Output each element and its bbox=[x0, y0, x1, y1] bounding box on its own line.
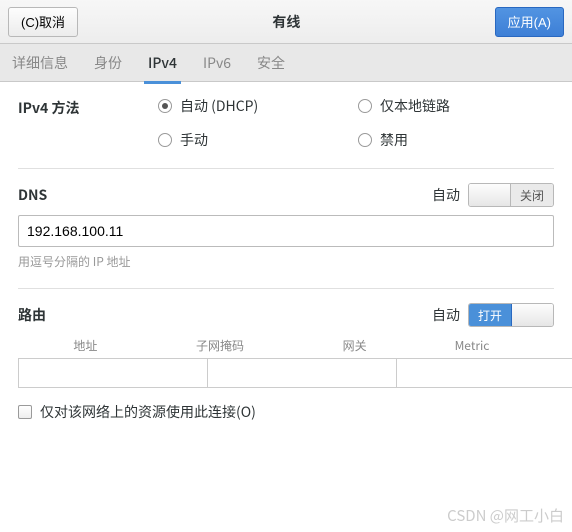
content: IPv4 方法 自动 (DHCP) 仅本地链路 手动 禁用 DNS 自动 关闭 … bbox=[0, 82, 572, 440]
route-row bbox=[18, 358, 554, 388]
tabs: 详细信息 身份 IPv4 IPv6 安全 bbox=[0, 44, 572, 82]
only-local-checkbox[interactable]: 仅对该网络上的资源使用此连接(O) bbox=[18, 402, 554, 422]
route-gateway-input[interactable] bbox=[397, 358, 572, 388]
radio-icon bbox=[358, 133, 372, 147]
route-address-input[interactable] bbox=[18, 358, 208, 388]
cancel-button[interactable]: (C)取消 bbox=[8, 7, 78, 37]
switch-knob bbox=[511, 304, 553, 326]
radio-icon bbox=[158, 99, 172, 113]
routes-header: 地址 子网掩码 网关 Metric bbox=[18, 335, 554, 358]
radio-auto-dhcp[interactable]: 自动 (DHCP) bbox=[158, 96, 358, 116]
ipv4-method-options: 自动 (DHCP) 仅本地链路 手动 禁用 bbox=[158, 96, 538, 150]
ipv4-method-section: IPv4 方法 自动 (DHCP) 仅本地链路 手动 禁用 bbox=[18, 82, 554, 168]
col-netmask: 子网掩码 bbox=[153, 337, 288, 354]
only-local-label: 仅对该网络上的资源使用此连接(O) bbox=[40, 402, 256, 422]
radio-manual[interactable]: 手动 bbox=[158, 130, 358, 150]
dns-input[interactable] bbox=[18, 215, 554, 247]
dns-section: DNS 自动 关闭 用逗号分隔的 IP 地址 bbox=[18, 168, 554, 288]
radio-icon bbox=[358, 99, 372, 113]
watermark: CSDN @网工小白 bbox=[447, 505, 564, 526]
switch-text: 关闭 bbox=[511, 184, 553, 206]
dns-label: DNS bbox=[18, 185, 47, 205]
radio-label: 自动 (DHCP) bbox=[180, 96, 258, 116]
tab-details[interactable]: 详细信息 bbox=[10, 43, 70, 83]
dns-hint: 用逗号分隔的 IP 地址 bbox=[18, 253, 554, 270]
tab-identity[interactable]: 身份 bbox=[92, 43, 124, 83]
apply-button[interactable]: 应用(A) bbox=[495, 7, 564, 37]
col-metric: Metric bbox=[422, 337, 522, 354]
radio-disabled[interactable]: 禁用 bbox=[358, 130, 538, 150]
col-address: 地址 bbox=[18, 337, 153, 354]
route-netmask-input[interactable] bbox=[208, 358, 397, 388]
dns-auto-label: 自动 bbox=[432, 185, 460, 205]
titlebar: (C)取消 有线 应用(A) bbox=[0, 0, 572, 44]
routes-auto-switch[interactable]: 打开 bbox=[468, 303, 554, 327]
radio-label: 仅本地链路 bbox=[380, 96, 450, 116]
window-title: 有线 bbox=[272, 12, 300, 32]
radio-label: 禁用 bbox=[380, 130, 408, 150]
tab-ipv6[interactable]: IPv6 bbox=[201, 43, 233, 83]
radio-label: 手动 bbox=[180, 130, 208, 150]
tab-security[interactable]: 安全 bbox=[255, 43, 287, 83]
routes-label: 路由 bbox=[18, 305, 46, 325]
col-gateway: 网关 bbox=[287, 337, 422, 354]
dns-auto-switch[interactable]: 关闭 bbox=[468, 183, 554, 207]
routes-section: 路由 自动 打开 地址 子网掩码 网关 Metric bbox=[18, 288, 554, 440]
checkbox-icon bbox=[18, 405, 32, 419]
switch-text: 打开 bbox=[469, 304, 511, 326]
tab-ipv4[interactable]: IPv4 bbox=[146, 43, 179, 83]
routes-auto-label: 自动 bbox=[432, 305, 460, 325]
ipv4-method-label: IPv4 方法 bbox=[18, 96, 158, 118]
switch-knob bbox=[469, 184, 511, 206]
radio-icon bbox=[158, 133, 172, 147]
radio-link-local[interactable]: 仅本地链路 bbox=[358, 96, 538, 116]
